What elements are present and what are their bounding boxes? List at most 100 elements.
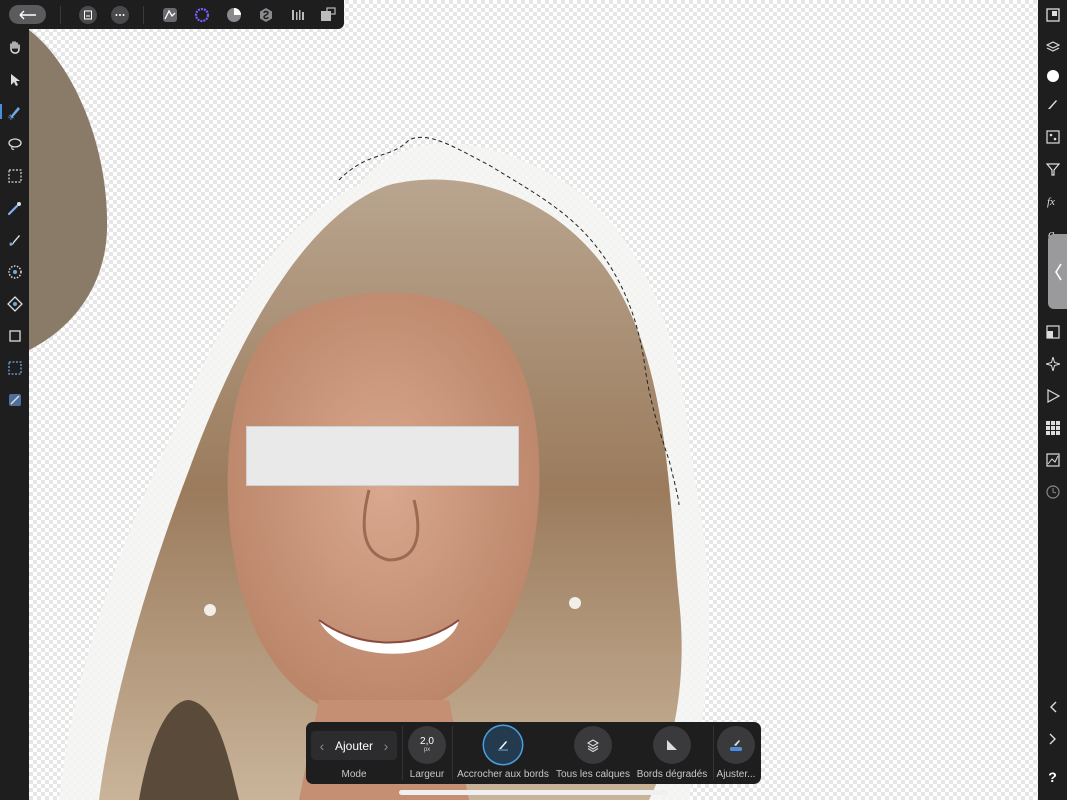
flood-fill-tool[interactable] [5, 390, 24, 409]
mode-next-button[interactable]: › [380, 738, 392, 754]
tone-mapping-persona-icon [260, 8, 272, 22]
crop-tool[interactable] [5, 326, 24, 345]
effects-icon [1045, 356, 1060, 371]
effects-studio[interactable] [1043, 354, 1062, 373]
studio-panel: fx g ? [1038, 0, 1067, 800]
document-canvas[interactable] [29, 0, 1038, 800]
color-icon [1046, 69, 1059, 82]
transform-icon [1045, 324, 1060, 339]
document-button[interactable] [79, 6, 97, 24]
soft-edges-toggle[interactable] [653, 726, 691, 764]
document-icon [84, 10, 92, 20]
width-control[interactable]: 2,0 px [408, 726, 446, 764]
clone-icon [6, 295, 23, 312]
toolbar-divider [452, 726, 453, 780]
transform-studio[interactable] [1043, 322, 1062, 341]
selection-brush-icon [8, 106, 20, 119]
develop-persona-icon [227, 8, 241, 22]
snap-edges-icon [498, 741, 508, 751]
selection-brush-tool[interactable] [0, 102, 24, 121]
refine-label: Ajuster... [716, 769, 756, 780]
histogram-icon [1045, 452, 1060, 467]
tone-mapping-persona-button[interactable] [256, 5, 276, 25]
top-toolbar [0, 0, 344, 29]
brushes-studio[interactable] [1043, 94, 1062, 113]
back-button[interactable] [9, 5, 46, 24]
help-button[interactable]: ? [1043, 767, 1062, 786]
mode-prev-button[interactable]: ‹ [316, 738, 328, 754]
color-studio[interactable] [1043, 66, 1062, 85]
fx-studio[interactable]: fx [1043, 191, 1062, 210]
mode-selector[interactable]: ‹ Ajouter › [311, 731, 397, 760]
width-value: 2,0 [420, 735, 434, 747]
develop-persona-button[interactable] [224, 5, 244, 25]
tools-panel [0, 29, 29, 800]
navigator-icon [1045, 7, 1060, 22]
home-indicator[interactable] [399, 790, 668, 795]
adjustments-studio[interactable] [1043, 159, 1062, 178]
collapse-right-button[interactable] [1043, 729, 1062, 748]
toolbar-divider [60, 6, 61, 24]
liquify-persona-icon [194, 7, 210, 23]
swatches-icon [1045, 420, 1060, 435]
all-layers-toggle[interactable] [574, 726, 612, 764]
rectangle-selection-tool[interactable] [5, 358, 24, 377]
navigator-studio[interactable] [1043, 5, 1062, 24]
paint-brush-icon [8, 234, 20, 246]
snap-to-edges-toggle[interactable] [484, 726, 522, 764]
more-icon [115, 14, 125, 16]
affinity-photo-app: fx g ? ‹ Ajouter › Mode 2,0 px Largeur A… [0, 0, 1067, 800]
adjustments-icon [1045, 162, 1060, 176]
refine-button[interactable] [717, 726, 755, 764]
move-tool-icon [10, 73, 20, 86]
soft-edges-label: Bords dégradés [636, 769, 708, 780]
soft-edges-icon [667, 740, 677, 750]
redaction-box [246, 426, 519, 486]
dodge-burn-tool[interactable] [5, 262, 24, 281]
layers-studio[interactable] [1043, 37, 1062, 56]
dodge-burn-icon [7, 264, 22, 279]
svg-text:fx: fx [1047, 196, 1055, 208]
histogram-studio[interactable] [1043, 450, 1062, 469]
flood-fill-icon [8, 393, 21, 406]
toolbar-divider [143, 6, 144, 24]
mode-label: Mode [341, 769, 367, 780]
color-picker-icon [7, 201, 21, 215]
freehand-selection-tool[interactable] [5, 134, 24, 153]
more-button[interactable] [111, 6, 129, 24]
freehand-selection-icon [7, 137, 22, 150]
liquify-persona-button[interactable] [192, 5, 212, 25]
chevron-left-icon [1049, 701, 1056, 712]
history-studio[interactable] [1043, 482, 1062, 501]
history-icon [1045, 484, 1060, 499]
channels-icon [1045, 129, 1060, 144]
clone-tool[interactable] [5, 294, 24, 313]
width-unit: px [423, 746, 431, 753]
crop-icon [8, 329, 21, 342]
studio-pull-tab[interactable] [1048, 234, 1067, 309]
brushes-icon [1047, 99, 1057, 109]
back-arrow-icon [19, 10, 36, 19]
selection-persona-button[interactable] [318, 5, 338, 25]
export-persona-button[interactable] [288, 5, 308, 25]
photo-persona-button[interactable] [160, 5, 180, 25]
move-tool[interactable] [5, 70, 24, 89]
macro-studio[interactable] [1043, 386, 1062, 405]
channels-studio[interactable] [1043, 127, 1062, 146]
paint-brush-tool[interactable] [5, 230, 24, 249]
collapse-left-button[interactable] [1043, 697, 1062, 716]
view-tool-icon [9, 40, 20, 54]
view-tool[interactable] [5, 38, 24, 57]
marquee-selection-tool[interactable] [5, 166, 24, 185]
swatches-studio[interactable] [1043, 418, 1062, 437]
photo-layer [29, 30, 710, 800]
play-icon [1046, 388, 1060, 403]
layers-icon [586, 739, 600, 752]
all-layers-label: Tous les calques [556, 769, 630, 780]
mode-value: Ajouter [334, 738, 374, 753]
color-picker-tool[interactable] [5, 198, 24, 217]
context-toolbar: ‹ Ajouter › Mode 2,0 px Largeur Accroche… [306, 722, 761, 784]
refine-brush-icon [730, 740, 742, 751]
chevron-right-icon [1049, 733, 1056, 744]
fx-icon: fx [1047, 196, 1055, 208]
